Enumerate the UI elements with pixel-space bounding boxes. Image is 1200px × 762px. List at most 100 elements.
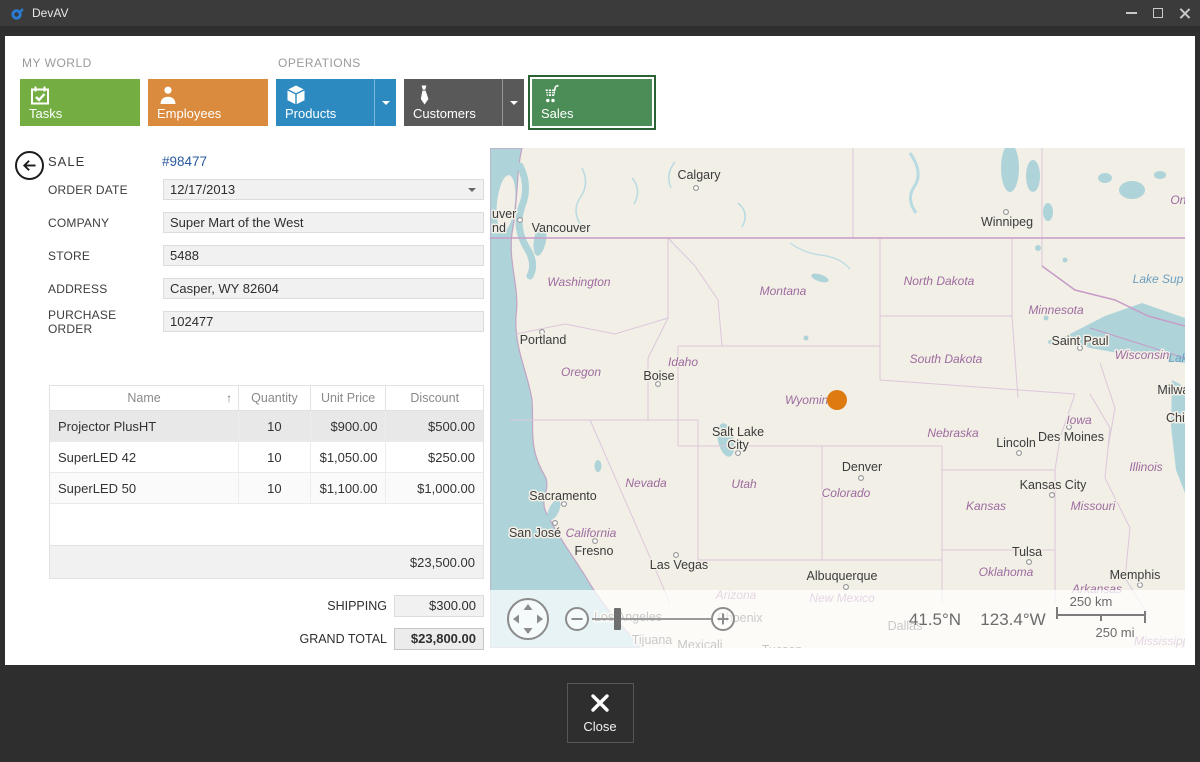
cell-discount: $250.00 bbox=[386, 442, 483, 472]
company-field[interactable]: Super Mart of the West bbox=[163, 212, 484, 233]
items-table: Name↑QuantityUnit PriceDiscount Projecto… bbox=[49, 385, 484, 579]
state-label: Iowa bbox=[1066, 413, 1092, 427]
window-title: DevAV bbox=[32, 6, 68, 20]
city-label: Kansas City bbox=[1020, 478, 1087, 492]
state-label: Utah bbox=[731, 477, 757, 491]
ribbon-group-label: MY WORLD bbox=[22, 56, 268, 70]
city-marker bbox=[1027, 560, 1032, 565]
zoom-in-button[interactable] bbox=[712, 608, 734, 630]
tile-tasks[interactable]: Tasks bbox=[20, 79, 140, 126]
map-pan-control[interactable] bbox=[508, 599, 548, 639]
tile-label: Tasks bbox=[29, 106, 62, 121]
back-arrow-icon bbox=[20, 156, 39, 175]
tile-customers[interactable]: Customers bbox=[404, 79, 524, 126]
customers-dropdown-arrow[interactable] bbox=[502, 79, 524, 126]
state-label: California bbox=[566, 526, 617, 540]
minimize-icon[interactable] bbox=[1126, 12, 1137, 14]
city-label: Milwauk bbox=[1157, 383, 1185, 397]
close-window-icon[interactable] bbox=[1179, 8, 1190, 19]
map-control-bar: 41.5°N 123.4°W 250 km 250 mi bbox=[490, 590, 1185, 648]
cell-name: SuperLED 42 bbox=[50, 442, 239, 472]
city-marker bbox=[844, 585, 849, 590]
zoom-slider-handle[interactable] bbox=[614, 608, 621, 630]
city-marker bbox=[1017, 451, 1022, 456]
ribbon: MY WORLD Tasks Employees OPERATIONS Products… bbox=[20, 56, 652, 126]
sale-form: ORDER DATE12/17/2013COMPANYSuper Mart of… bbox=[48, 179, 484, 344]
state-label: Missouri bbox=[1071, 499, 1116, 513]
purchase-order-label: PURCHASE ORDER bbox=[48, 308, 163, 336]
cell-unit-price: $900.00 bbox=[311, 411, 387, 441]
longitude-readout: 123.4°W bbox=[980, 610, 1045, 629]
cell-unit-price: $1,100.00 bbox=[311, 473, 387, 503]
ribbon-group-label: OPERATIONS bbox=[278, 56, 652, 70]
city-label: Chica bbox=[1166, 411, 1185, 425]
state-label: Montana bbox=[760, 284, 807, 298]
state-label: Idaho bbox=[668, 355, 698, 369]
state-label: Kansas bbox=[966, 499, 1006, 513]
titlebar: DevAV bbox=[0, 0, 1200, 26]
cell-name: SuperLED 50 bbox=[50, 473, 239, 503]
city-label: Winnipeg bbox=[981, 215, 1033, 229]
tile-products[interactable]: Products bbox=[276, 79, 396, 126]
table-body: Projector PlusHT10$900.00$500.00SuperLED… bbox=[50, 411, 483, 504]
tile-sales[interactable]: Sales bbox=[532, 79, 652, 126]
map-view[interactable]: CalgaryVancouverWinnipegPortlandBoiseSai… bbox=[490, 148, 1185, 648]
city-label: Fresno bbox=[575, 544, 614, 558]
close-button[interactable]: Close bbox=[567, 683, 634, 743]
table-row[interactable]: Projector PlusHT10$900.00$500.00 bbox=[50, 411, 483, 442]
back-button[interactable] bbox=[15, 151, 44, 180]
products-dropdown-arrow[interactable] bbox=[374, 79, 396, 126]
company-label: COMPANY bbox=[48, 216, 163, 230]
column-header-discount[interactable]: Discount bbox=[386, 386, 483, 410]
table-header: Name↑QuantityUnit PriceDiscount bbox=[50, 386, 483, 411]
latitude-readout: 41.5°N bbox=[909, 610, 961, 629]
ribbon-group-1: OPERATIONS Products Customers Sales bbox=[276, 56, 652, 126]
scale-mi-label: 250 mi bbox=[1095, 625, 1134, 640]
grand-total-field: $23,800.00 bbox=[394, 628, 484, 650]
city-label: Albuquerque bbox=[807, 569, 878, 583]
state-label: Washington bbox=[547, 275, 610, 289]
state-label: South Dakota bbox=[910, 352, 983, 366]
table-empty-area bbox=[50, 504, 483, 545]
tasks-icon bbox=[29, 84, 51, 106]
city-label-fragment: uver bbox=[492, 207, 516, 221]
shipping-field[interactable]: $300.00 bbox=[394, 595, 484, 617]
sales-icon bbox=[541, 84, 563, 106]
city-label: Lincoln bbox=[996, 436, 1036, 450]
city-marker bbox=[1050, 493, 1055, 498]
city-label: Des Moines bbox=[1038, 430, 1104, 444]
column-header-name[interactable]: Name↑ bbox=[50, 386, 239, 410]
sale-heading: SALE bbox=[48, 154, 162, 169]
address-field[interactable]: Casper, WY 82604 bbox=[163, 278, 484, 299]
city-label: Tulsa bbox=[1012, 545, 1042, 559]
products-icon bbox=[285, 84, 307, 106]
sale-location-marker[interactable] bbox=[827, 390, 847, 410]
ribbon-group-0: MY WORLD Tasks Employees bbox=[20, 56, 268, 126]
city-marker bbox=[1004, 210, 1009, 215]
state-label: Wisconsin bbox=[1115, 348, 1170, 362]
column-header-quantity[interactable]: Quantity bbox=[239, 386, 311, 410]
cell-quantity: 10 bbox=[239, 442, 311, 472]
zoom-out-button[interactable] bbox=[566, 608, 588, 630]
city-label: Las Vegas bbox=[650, 558, 708, 572]
tile-label: Customers bbox=[413, 106, 476, 121]
city-label: Portland bbox=[520, 333, 567, 347]
state-label: Illinois bbox=[1129, 460, 1162, 474]
sort-ascending-icon: ↑ bbox=[226, 391, 232, 405]
tile-employees[interactable]: Employees bbox=[148, 79, 268, 126]
combo-arrow-icon[interactable] bbox=[468, 188, 476, 192]
order-date-field[interactable]: 12/17/2013 bbox=[163, 179, 484, 200]
column-header-unit-price[interactable]: Unit Price bbox=[311, 386, 387, 410]
grand-total-label: GRAND TOTAL bbox=[299, 632, 387, 646]
city-label: Denver bbox=[842, 460, 882, 474]
sale-number: #98477 bbox=[162, 154, 207, 169]
purchase-order-field[interactable]: 102477 bbox=[163, 311, 484, 332]
employees-icon bbox=[157, 84, 179, 106]
maximize-icon[interactable] bbox=[1153, 8, 1163, 18]
cell-name: Projector PlusHT bbox=[50, 411, 239, 441]
store-field[interactable]: 5488 bbox=[163, 245, 484, 266]
main-content: MY WORLD Tasks Employees OPERATIONS Products… bbox=[5, 36, 1195, 665]
table-row[interactable]: SuperLED 5010$1,100.00$1,000.00 bbox=[50, 473, 483, 504]
scale-bar bbox=[1057, 607, 1145, 623]
table-row[interactable]: SuperLED 4210$1,050.00$250.00 bbox=[50, 442, 483, 473]
